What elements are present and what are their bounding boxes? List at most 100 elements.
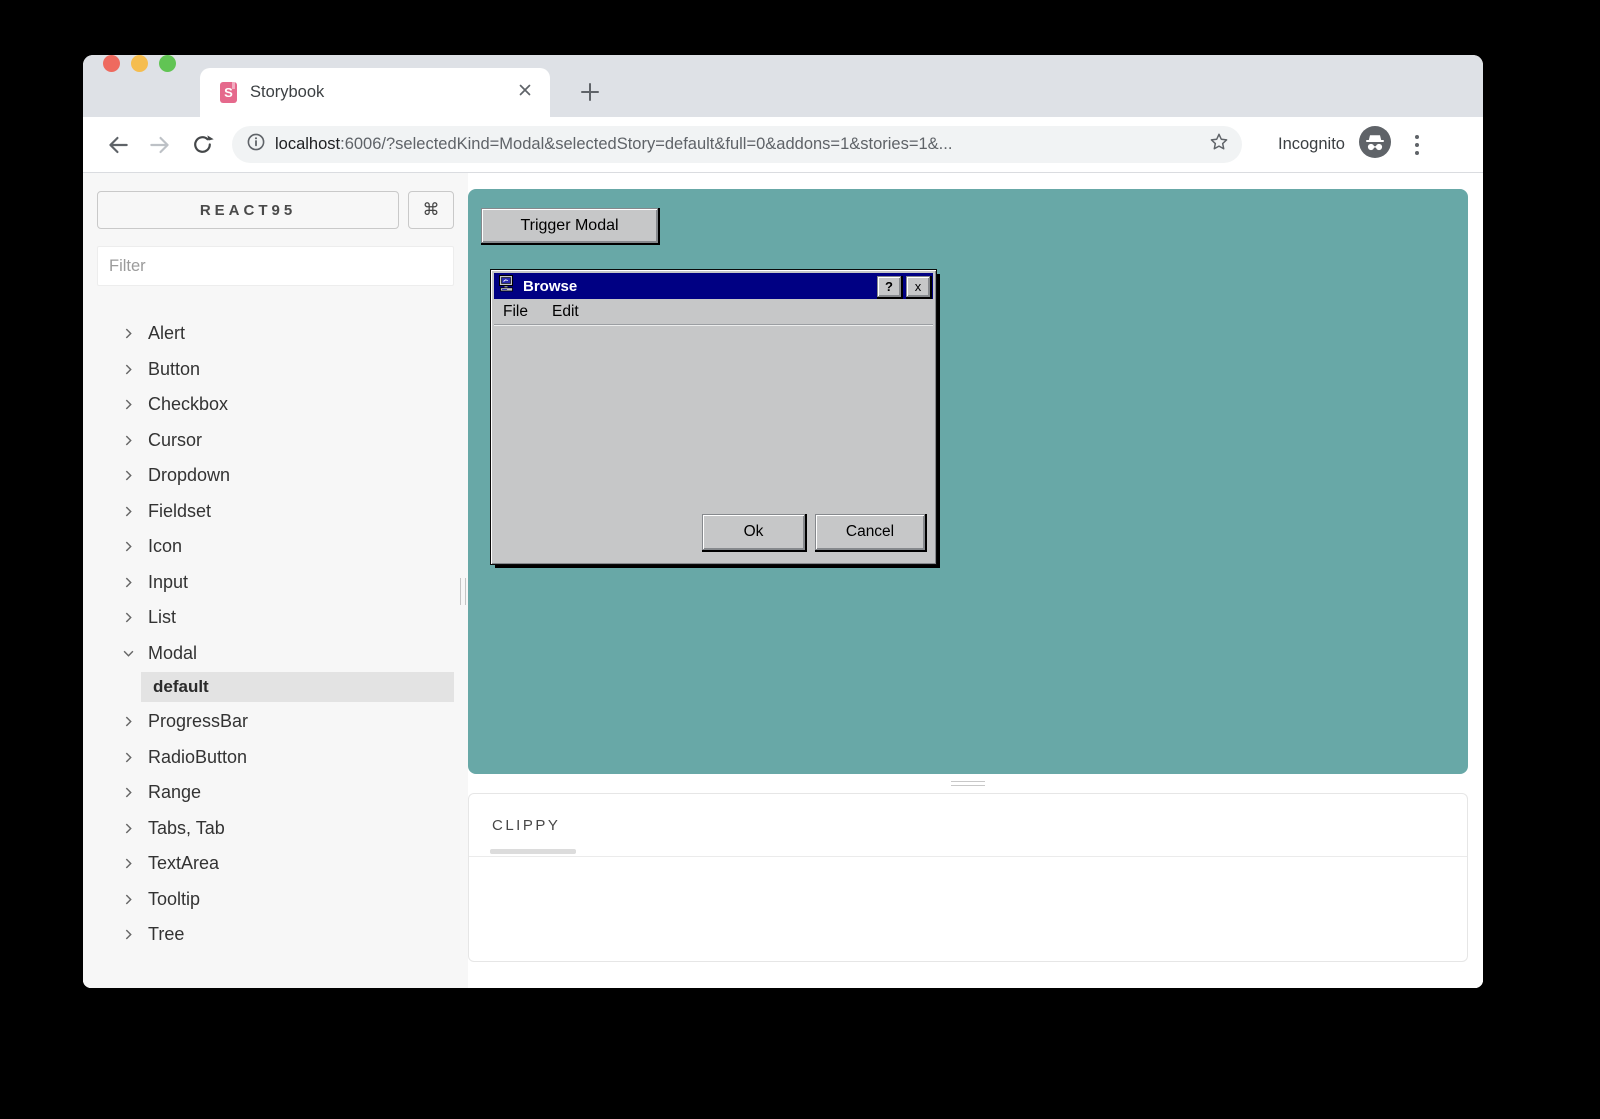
chevron-down-icon (123, 648, 134, 659)
browser-toolbar: localhost:6006/?selectedKind=Modal&selec… (83, 117, 1483, 173)
url-bar[interactable]: localhost:6006/?selectedKind=Modal&selec… (232, 126, 1242, 163)
sidebar-item-radiobutton[interactable]: RadioButton (97, 740, 454, 776)
sidebar-item-label: Range (148, 782, 201, 803)
panel-resize-handle[interactable] (468, 774, 1468, 793)
zoom-window-button[interactable] (159, 55, 176, 72)
sidebar-item-icon[interactable]: Icon (97, 529, 454, 565)
sidebar-item-label: Button (148, 359, 200, 380)
filter-input[interactable] (97, 246, 454, 286)
modal-title: Browse (523, 278, 877, 295)
chevron-right-icon (123, 364, 134, 375)
sidebar-item-cursor[interactable]: Cursor (97, 423, 454, 459)
sidebar-item-textarea[interactable]: TextArea (97, 846, 454, 882)
chevron-right-icon (123, 577, 134, 588)
sidebar-item-label: Tooltip (148, 889, 200, 910)
bookmark-star-icon[interactable] (1208, 131, 1230, 158)
sidebar-item-label: Alert (148, 323, 185, 344)
incognito-icon (1359, 126, 1391, 163)
sidebar-item-label: Input (148, 572, 188, 593)
chevron-right-icon (123, 470, 134, 481)
modal-close-button[interactable]: x (906, 276, 930, 297)
new-tab-button[interactable] (571, 73, 609, 111)
storybook-favicon-icon: S (220, 82, 237, 103)
sidebar-item-label: Tabs, Tab (148, 818, 225, 839)
minimize-window-button[interactable] (131, 55, 148, 72)
browser-menu-icon[interactable] (1405, 135, 1429, 155)
sidebar-list: Alert Button Checkbox Cursor Dropdown Fieldse… (97, 316, 454, 953)
chevron-right-icon (123, 787, 134, 798)
modal-titlebar[interactable]: Browse ? x (494, 273, 933, 299)
sidebar-item-label: Checkbox (148, 394, 228, 415)
tab-strip: S Storybook (83, 55, 1483, 117)
close-window-button[interactable] (103, 55, 120, 72)
sidebar-item-label: Icon (148, 536, 182, 557)
sidebar-item-label: Dropdown (148, 465, 230, 486)
computer-icon (498, 275, 517, 297)
addons-tab-bar: CLIPPY (469, 794, 1467, 857)
chevron-right-icon (123, 328, 134, 339)
sidebar-item-list[interactable]: List (97, 600, 454, 636)
chevron-right-icon (123, 858, 134, 869)
menu-file[interactable]: File (503, 303, 528, 321)
sidebar-item-progressbar[interactable]: ProgressBar (97, 704, 454, 740)
sidebar-item-fieldset[interactable]: Fieldset (97, 494, 454, 530)
browse-modal-window: Browse ? x File Edit Ok Cancel (490, 269, 937, 565)
storybook-app: REACT95 ⌘ Alert Button Checkbox Cursor Dropd… (83, 173, 1483, 988)
cancel-button[interactable]: Cancel (815, 514, 925, 550)
forward-icon[interactable] (143, 128, 177, 162)
sidebar-item-label: List (148, 607, 176, 628)
sidebar-item-tree[interactable]: Tree (97, 917, 454, 953)
sidebar-item-label: Tree (148, 924, 184, 945)
sidebar-item-input[interactable]: Input (97, 565, 454, 601)
addons-panel: CLIPPY (468, 793, 1468, 962)
browser-tab[interactable]: S Storybook (200, 68, 550, 117)
back-icon[interactable] (101, 128, 135, 162)
tab-clippy[interactable]: CLIPPY (492, 817, 560, 834)
chevron-right-icon (123, 506, 134, 517)
sidebar-item-tooltip[interactable]: Tooltip (97, 882, 454, 918)
chevron-right-icon (123, 435, 134, 446)
modal-help-button[interactable]: ? (877, 276, 901, 297)
sidebar: REACT95 ⌘ Alert Button Checkbox Cursor Dropd… (83, 173, 468, 988)
tab-title: Storybook (250, 83, 516, 102)
sidebar-item-alert[interactable]: Alert (97, 316, 454, 352)
sidebar-item-label: RadioButton (148, 747, 247, 768)
active-tab-indicator (490, 849, 576, 854)
sidebar-item-tabs-tab[interactable]: Tabs, Tab (97, 811, 454, 847)
url-text: localhost:6006/?selectedKind=Modal&selec… (275, 135, 1208, 154)
sidebar-item-button[interactable]: Button (97, 352, 454, 388)
page-info-icon[interactable] (246, 132, 266, 157)
sidebar-item-label: ProgressBar (148, 711, 248, 732)
sidebar-story-default[interactable]: default (141, 672, 454, 702)
sidebar-story-label: default (153, 677, 209, 697)
sidebar-item-checkbox[interactable]: Checkbox (97, 387, 454, 423)
chevron-right-icon (123, 716, 134, 727)
sidebar-item-modal[interactable]: Modal (97, 636, 454, 672)
chevron-right-icon (123, 752, 134, 763)
sidebar-item-dropdown[interactable]: Dropdown (97, 458, 454, 494)
main-area: Trigger Modal Browse ? x File Edit (468, 173, 1483, 988)
brand-button[interactable]: REACT95 (97, 191, 399, 229)
chevron-right-icon (123, 894, 134, 905)
chevron-right-icon (123, 823, 134, 834)
preview-canvas: Trigger Modal Browse ? x File Edit (468, 189, 1468, 774)
trigger-modal-button[interactable]: Trigger Modal (481, 208, 658, 243)
sidebar-item-label: Cursor (148, 430, 202, 451)
sidebar-resize-handle[interactable] (460, 578, 466, 605)
ok-button[interactable]: Ok (702, 514, 805, 550)
chevron-right-icon (123, 929, 134, 940)
sidebar-item-label: Modal (148, 643, 197, 664)
modal-body: Ok Cancel (494, 325, 933, 561)
shortcuts-button[interactable]: ⌘ (408, 191, 454, 229)
sidebar-item-label: Fieldset (148, 501, 211, 522)
tab-close-icon[interactable] (516, 81, 534, 104)
sidebar-item-label: TextArea (148, 853, 219, 874)
menu-edit[interactable]: Edit (552, 303, 579, 321)
sidebar-item-range[interactable]: Range (97, 775, 454, 811)
chevron-right-icon (123, 612, 134, 623)
reload-icon[interactable] (185, 128, 219, 162)
modal-menubar: File Edit (494, 299, 933, 325)
chevron-right-icon (123, 541, 134, 552)
incognito-label: Incognito (1278, 135, 1345, 154)
browser-window: S Storybook localhost:6006/?selectedKind… (83, 55, 1483, 988)
